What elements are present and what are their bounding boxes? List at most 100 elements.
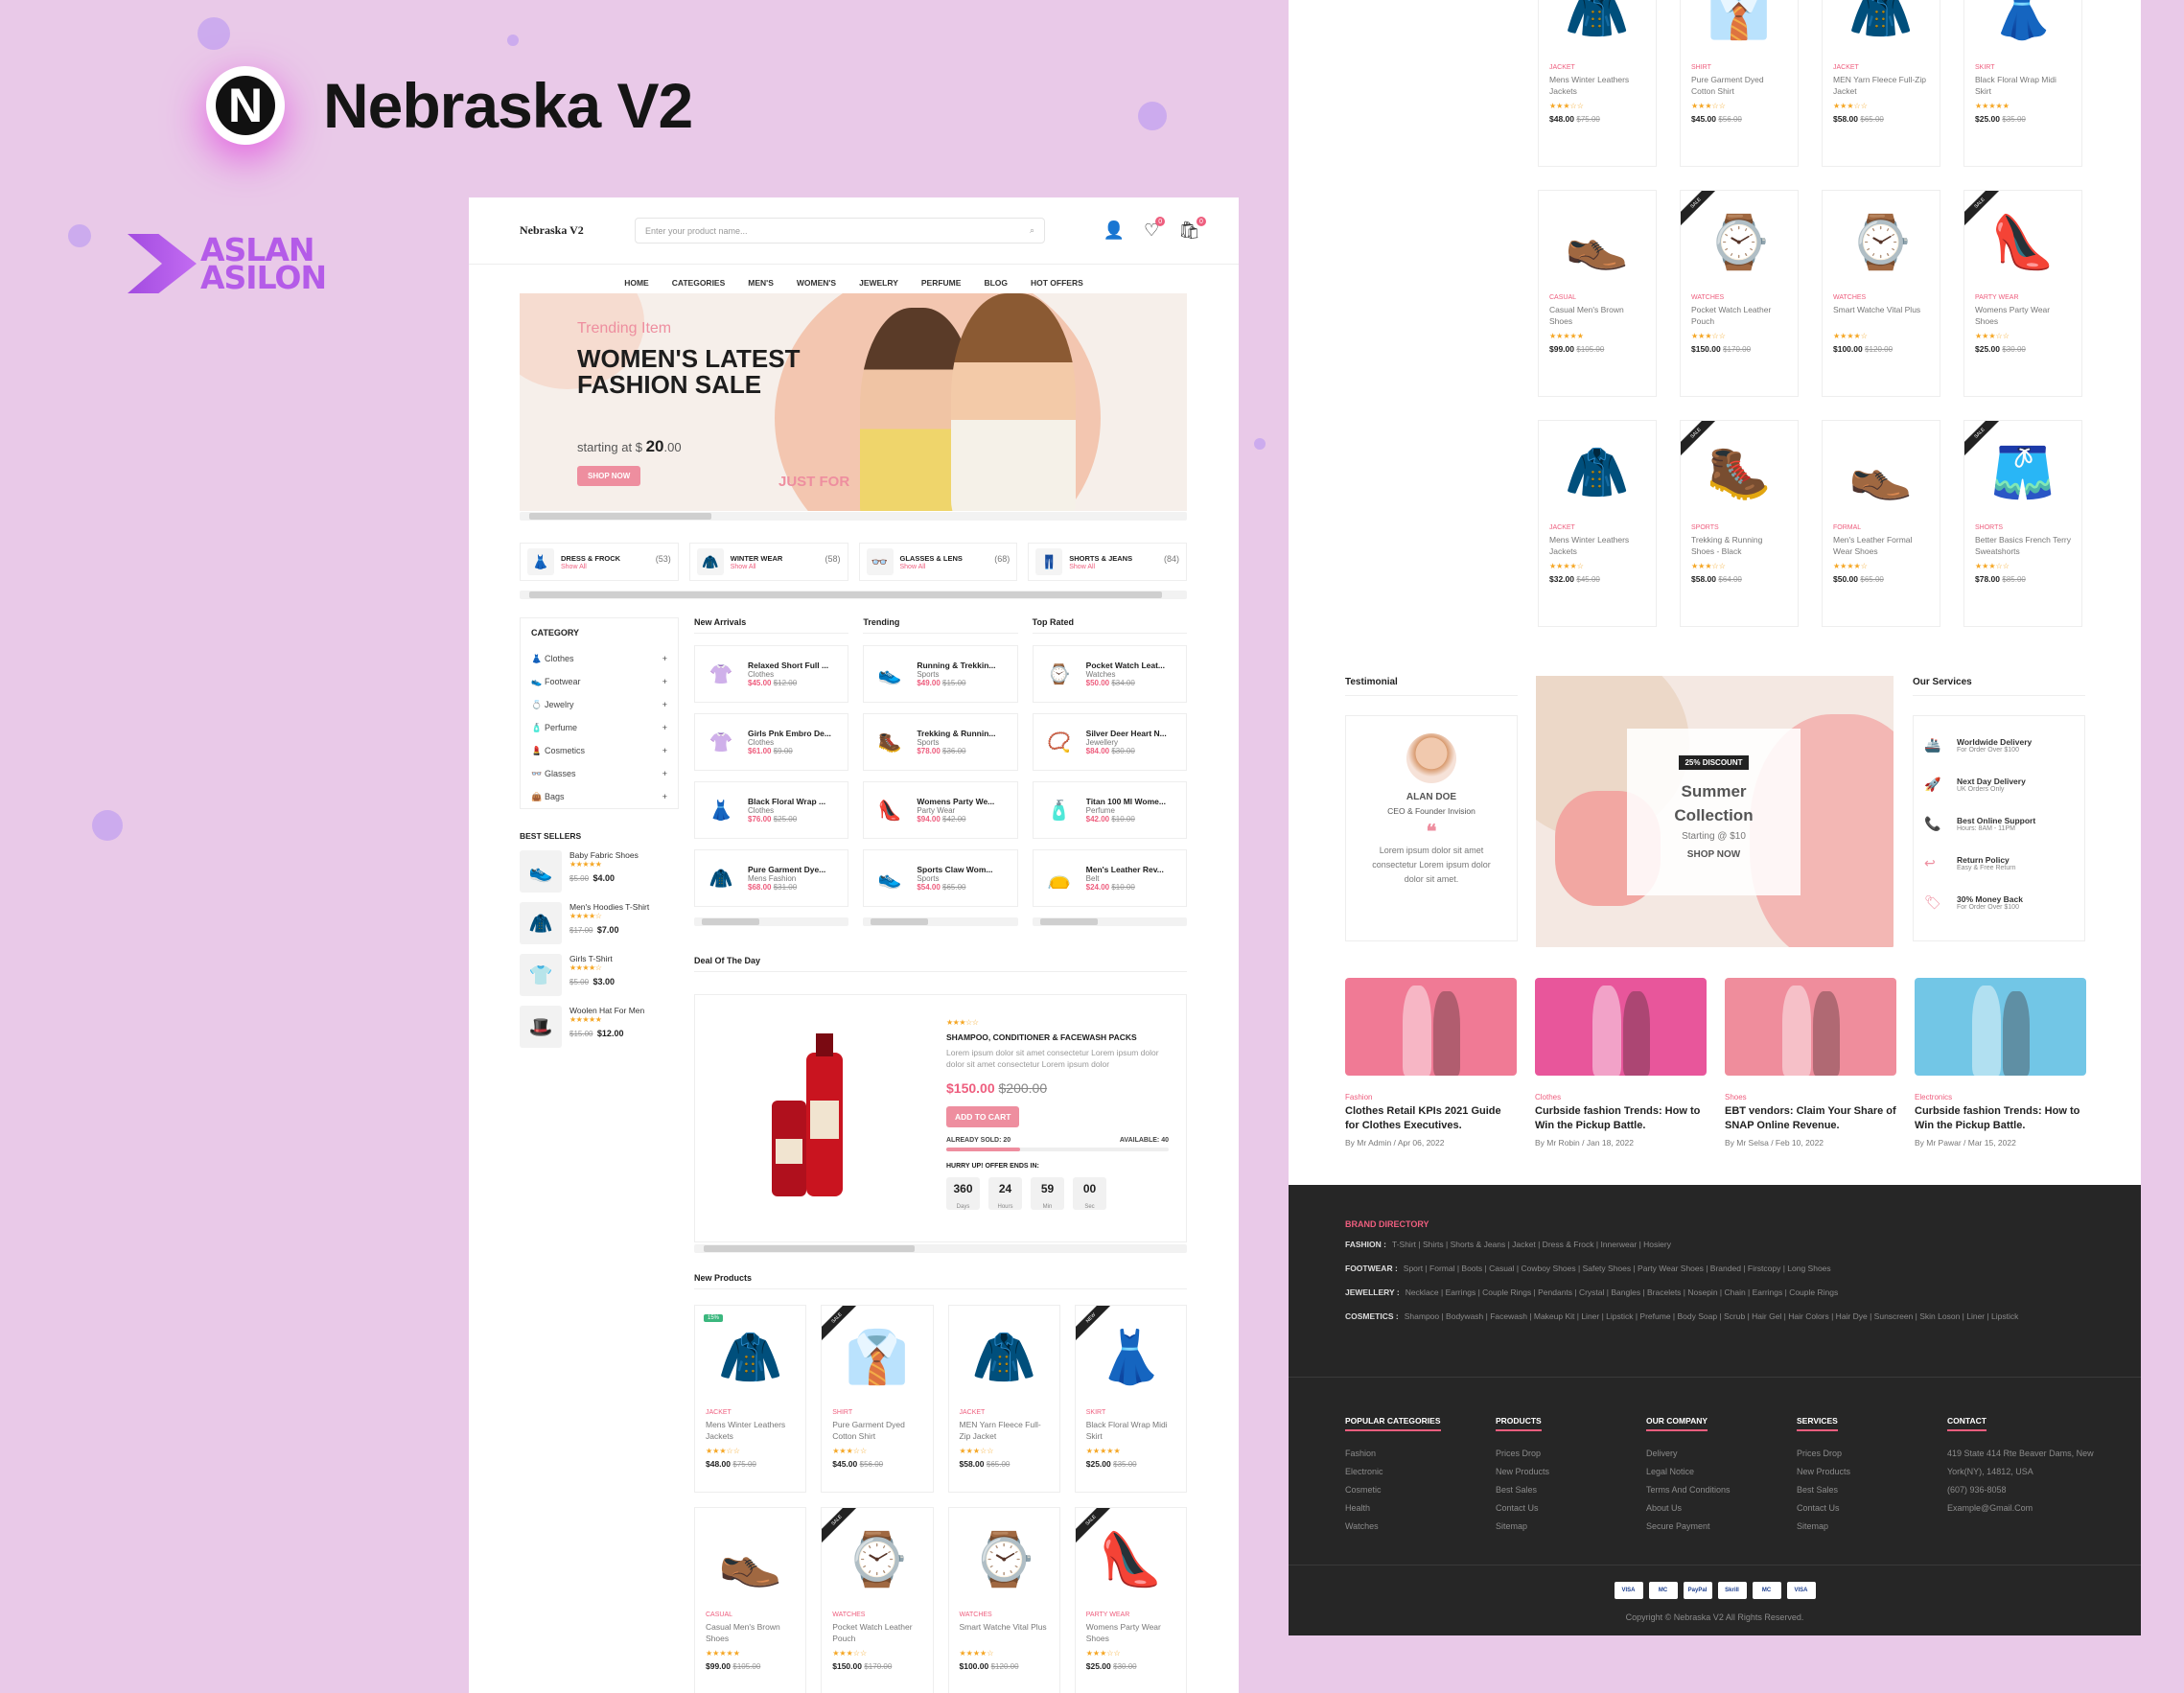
nav-item[interactable]: MEN'S [748, 278, 774, 288]
footer-link[interactable]: Legal Notice [1646, 1463, 1797, 1481]
show-all-link[interactable]: Show All [900, 564, 1011, 570]
blog-title[interactable]: Curbside fashion Trends: How to Win the … [1915, 1104, 2086, 1133]
list-item[interactable]: 👚 Relaxed Short Full ... Clothes $45.00 $12… [694, 645, 849, 703]
product-card[interactable]: 🧥 JACKET MEN Yarn Fleece Full-Zip Jacket ★★… [947, 1305, 1060, 1493]
list-item[interactable]: 👟 Sports Claw Wom... Sports $54.00 $65.00 [863, 849, 1018, 907]
nav-item[interactable]: PERFUME [921, 278, 962, 288]
list-item[interactable]: 👟 Running & Trekkin... Sports $49.00 $15.00 [863, 645, 1018, 703]
blog-card[interactable]: Electronics Curbside fashion Trends: How … [1915, 978, 2086, 1148]
footer-link[interactable]: Electronic [1345, 1463, 1496, 1481]
product-card[interactable]: 👞 CASUAL Casual Men's Brown Shoes ★★★★★ $99.… [694, 1507, 807, 1693]
blog-card[interactable]: Clothes Curbside fashion Trends: How to W… [1535, 978, 1707, 1148]
footer-link[interactable]: Contact Us [1797, 1499, 1947, 1518]
product-card[interactable]: ⌚ WATCHES Smart Watche Vital Plus ★★★★☆ $100… [947, 1507, 1060, 1693]
nav-item[interactable]: JEWELRY [859, 278, 898, 288]
plus-icon[interactable]: + [662, 792, 667, 801]
product-card[interactable]: 👗NEWSKIRTBlack Floral Wrap Midi Skirt★★★… [1963, 0, 2082, 167]
product-card[interactable]: 👠 SALE PARTY WEAR Womens Party Wear Shoes ★★… [1074, 1507, 1187, 1693]
product-card[interactable]: 👞 FORMAL Men's Leather Formal Wear Shoes ★★… [1822, 420, 1940, 627]
list-scrollbar[interactable] [1032, 917, 1187, 926]
category-card[interactable]: 👗 DRESS & FROCK (53) Show All [520, 543, 679, 581]
list-scrollbar[interactable] [863, 917, 1018, 926]
product-card[interactable]: ⌚ SALE WATCHES Pocket Watch Leather Pouch ★★… [821, 1507, 934, 1693]
footer-link[interactable]: Sitemap [1496, 1518, 1646, 1536]
footer-link[interactable]: Watches [1345, 1518, 1496, 1536]
hero-scrollbar[interactable] [520, 512, 1187, 521]
summer-shop-button[interactable]: SHOP NOW [1627, 849, 1801, 860]
best-seller-item[interactable]: 🧥 Men's Hoodies T-Shirt ★★★★☆ $17.00 $7.00 [520, 902, 679, 954]
show-all-link[interactable]: Show All [1069, 564, 1179, 570]
blog-title[interactable]: EBT vendors: Claim Your Share of SNAP On… [1725, 1104, 1896, 1133]
nav-item[interactable]: BLOG [984, 278, 1008, 288]
shop-now-button[interactable]: SHOP NOW [577, 466, 641, 486]
directory-links[interactable]: Necklace | Earrings | Couple Rings | Pen… [1406, 1287, 1839, 1297]
footer-link[interactable]: Terms And Conditions [1646, 1481, 1797, 1499]
sidebar-item-jewelry[interactable]: 💍 Jewelry + [531, 693, 667, 716]
list-item[interactable]: 👠 Womens Party We... Party Wear $94.00 $42.… [863, 781, 1018, 839]
directory-links[interactable]: T-Shirt | Shirts | Shorts & Jeans | Jack… [1392, 1240, 1671, 1249]
product-card[interactable]: 🧥 JACKET Mens Winter Leathers Jackets ★★★★☆… [1538, 420, 1657, 627]
product-card[interactable]: 👞 CASUAL Casual Men's Brown Shoes ★★★★★ $99.… [1538, 190, 1657, 397]
product-card[interactable]: 👠 SALE PARTY WEAR Womens Party Wear Shoes ★★… [1963, 190, 2082, 397]
footer-link[interactable]: Contact Us [1496, 1499, 1646, 1518]
nav-item[interactable]: WOMEN'S [797, 278, 836, 288]
blog-title[interactable]: Curbside fashion Trends: How to Win the … [1535, 1104, 1707, 1133]
sidebar-item-footwear[interactable]: 👟 Footwear + [531, 670, 667, 693]
heart-icon[interactable]: ♡ 0 [1144, 217, 1166, 241]
list-item[interactable]: 🧴 Titan 100 Ml Wome... Perfume $42.00 $10.0… [1032, 781, 1187, 839]
category-card[interactable]: 🧥 WINTER WEAR (58) Show All [688, 543, 848, 581]
nav-item[interactable]: HOME [624, 278, 649, 288]
list-item[interactable]: 👝 Men's Leather Rev... Belt $24.00 $10.00 [1032, 849, 1187, 907]
search-input[interactable]: Enter your product name... ⌕ [635, 218, 1045, 244]
sidebar-item-bags[interactable]: 👜 Bags + [531, 785, 667, 808]
category-card[interactable]: 👖 SHORTS & JEANS (84) Show All [1028, 543, 1187, 581]
footer-link[interactable]: Best Sales [1496, 1481, 1646, 1499]
plus-icon[interactable]: + [662, 677, 667, 686]
user-icon[interactable]: 👤 [1104, 220, 1125, 241]
product-card[interactable]: 👔SALESHIRTPure Garment Dyed Cotton Shirt… [821, 1305, 934, 1493]
product-card[interactable]: 🥾 SALE SPORTS Trekking & Running Shoes - Bl… [1680, 420, 1799, 627]
blog-card[interactable]: Fashion Clothes Retail KPIs 2021 Guide fo… [1345, 978, 1517, 1148]
blog-card[interactable]: Shoes EBT vendors: Claim Your Share of SN… [1725, 978, 1896, 1148]
list-scrollbar[interactable] [694, 917, 849, 926]
footer-link[interactable]: Best Sales [1797, 1481, 1947, 1499]
product-card[interactable]: 🧥15%JACKETMens Winter Leathers Jackets★★… [1538, 0, 1657, 167]
footer-link[interactable]: Example@Gmail.Com [1947, 1499, 2098, 1518]
plus-icon[interactable]: + [662, 723, 667, 732]
plus-icon[interactable]: + [662, 700, 667, 709]
search-icon[interactable]: ⌕ [1030, 225, 1034, 236]
footer-link[interactable]: (607) 936-8058 [1947, 1481, 2098, 1499]
sidebar-item-perfume[interactable]: 🧴 Perfume + [531, 716, 667, 739]
footer-link[interactable]: Secure Payment [1646, 1518, 1797, 1536]
plus-icon[interactable]: + [662, 746, 667, 755]
footer-link[interactable]: About Us [1646, 1499, 1797, 1518]
list-item[interactable]: 📿 Silver Deer Heart N... Jewellery $84.00 $… [1032, 713, 1187, 771]
nav-item[interactable]: HOT OFFERS [1031, 278, 1083, 288]
deal-scrollbar[interactable] [694, 1244, 1187, 1253]
nav-item[interactable]: CATEGORIES [672, 278, 726, 288]
best-seller-item[interactable]: 🎩 Woolen Hat For Men ★★★★★ $15.00 $12.00 [520, 1006, 679, 1057]
product-card[interactable]: 🧥15%JACKETMens Winter Leathers Jackets★★… [694, 1305, 807, 1493]
sidebar-item-clothes[interactable]: 👗 Clothes + [531, 647, 667, 670]
show-all-link[interactable]: Show All [731, 564, 841, 570]
category-card[interactable]: 👓 GLASSES & LENS (68) Show All [858, 543, 1018, 581]
footer-link[interactable]: 419 State 414 Rte Beaver Dams, New York(… [1947, 1445, 2098, 1481]
footer-link[interactable]: Sitemap [1797, 1518, 1947, 1536]
plus-icon[interactable]: + [662, 769, 667, 778]
footer-link[interactable]: New Products [1496, 1463, 1646, 1481]
footer-link[interactable]: Cosmetic [1345, 1481, 1496, 1499]
footer-link[interactable]: Fashion [1345, 1445, 1496, 1463]
footer-link[interactable]: Prices Drop [1797, 1445, 1947, 1463]
product-card[interactable]: 🧥 JACKET MEN Yarn Fleece Full-Zip Jacket ★★… [1822, 0, 1940, 167]
plus-icon[interactable]: + [662, 654, 667, 663]
product-card[interactable]: ⌚ WATCHES Smart Watche Vital Plus ★★★★☆ $100… [1822, 190, 1940, 397]
show-all-link[interactable]: Show All [561, 564, 671, 570]
list-item[interactable]: 👗 Black Floral Wrap ... Clothes $76.00 $25.… [694, 781, 849, 839]
product-card[interactable]: 👔SALESHIRTPure Garment Dyed Cotton Shirt… [1680, 0, 1799, 167]
site-logo[interactable]: Nebraska V2 [520, 223, 635, 238]
blog-title[interactable]: Clothes Retail KPIs 2021 Guide for Cloth… [1345, 1104, 1517, 1133]
footer-link[interactable]: New Products [1797, 1463, 1947, 1481]
sidebar-item-glasses[interactable]: 👓 Glasses + [531, 762, 667, 785]
footer-link[interactable]: Prices Drop [1496, 1445, 1646, 1463]
footer-link[interactable]: Delivery [1646, 1445, 1797, 1463]
